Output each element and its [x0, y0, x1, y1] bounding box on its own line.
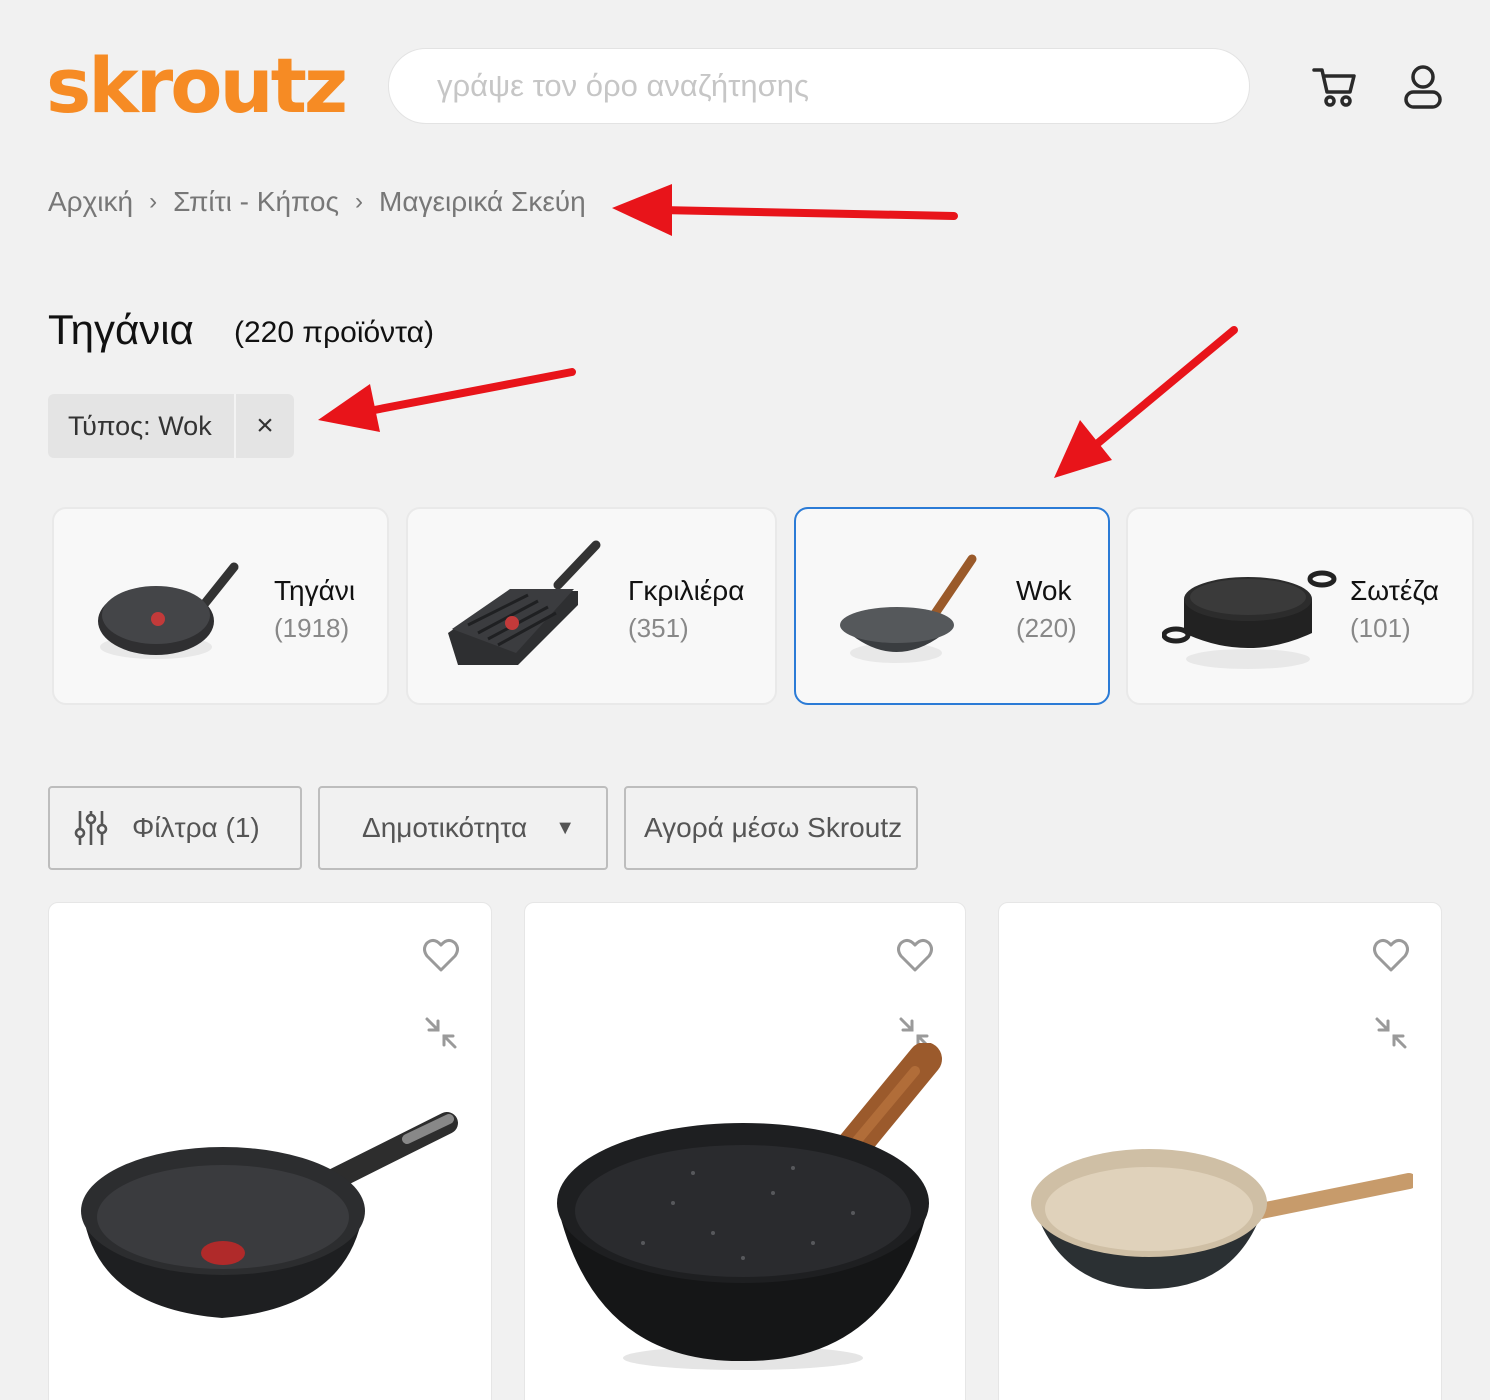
cart-icon[interactable]	[1310, 62, 1360, 112]
category-count: (220)	[1016, 613, 1077, 643]
arrow-to-wok-category	[1088, 326, 1238, 452]
filters-label: Φίλτρα (1)	[132, 812, 260, 843]
compare-icon[interactable]	[423, 1015, 459, 1051]
skroutz-buy-label: Αγορά μέσω Skroutz	[644, 812, 903, 843]
heart-icon[interactable]	[1371, 935, 1411, 975]
active-filter-chip: Τύπος: Wok ×	[48, 394, 294, 458]
product-image-granite-wok	[557, 1043, 942, 1370]
product-card[interactable]	[48, 902, 492, 1400]
grill-pan-image	[448, 540, 601, 665]
product-count: (220 προϊόντα)	[234, 316, 434, 349]
category-card-wok[interactable]: Wok (220)	[794, 507, 1110, 705]
frying-pan-image	[98, 562, 239, 659]
breadcrumb-home-garden[interactable]: Σπίτι - Κήπος	[173, 186, 339, 218]
category-card-tigani[interactable]: Τηγάνι (1918)	[52, 507, 389, 705]
sauteuse-image	[1162, 570, 1337, 669]
product-image-frying-pan	[81, 1112, 458, 1318]
sort-label: Δημοτικότητα	[362, 812, 528, 843]
page-title: Τηγάνια	[48, 306, 194, 353]
product-image-ceramic-wok	[1031, 1149, 1413, 1289]
sort-dropdown[interactable]: Δημοτικότητα ▼	[318, 786, 608, 870]
skroutz-buy-filter-button[interactable]: Αγορά μέσω Skroutz	[624, 786, 918, 870]
category-card-sauteuse[interactable]: Σωτέζα (101)	[1126, 507, 1474, 705]
compare-icon[interactable]	[1373, 1015, 1409, 1051]
category-name: Σωτέζα	[1350, 575, 1439, 606]
breadcrumb-home[interactable]: Αρχική	[48, 186, 133, 218]
category-count: (351)	[628, 613, 689, 643]
search-input[interactable]	[388, 48, 1250, 124]
category-name: Γκριλιέρα	[628, 575, 745, 606]
category-count: (101)	[1350, 613, 1411, 643]
dropdown-caret-icon: ▼	[555, 816, 575, 839]
sliders-icon	[74, 811, 108, 845]
heart-icon[interactable]	[895, 935, 935, 975]
breadcrumb-cookware[interactable]: Μαγειρικά Σκεύη	[379, 186, 586, 218]
product-card[interactable]	[998, 902, 1442, 1400]
arrow-to-filter-chip	[360, 368, 576, 416]
arrow-to-wok-category-head	[1054, 420, 1112, 478]
wok-image	[840, 554, 977, 663]
chevron-right-icon: ›	[355, 188, 364, 215]
category-name: Wok	[1016, 575, 1072, 606]
arrow-to-breadcrumb	[656, 206, 958, 220]
arrow-to-breadcrumb-head	[612, 184, 672, 236]
product-card[interactable]	[524, 902, 966, 1400]
close-icon[interactable]: ×	[236, 394, 294, 458]
user-icon[interactable]	[1398, 62, 1448, 112]
heart-icon[interactable]	[421, 935, 461, 975]
active-filter-label: Τύπος: Wok	[68, 410, 212, 441]
skroutz-logo[interactable]: skroutz	[46, 46, 348, 126]
arrow-to-filter-chip-head	[318, 384, 380, 432]
chevron-right-icon: ›	[149, 188, 158, 215]
filters-button[interactable]: Φίλτρα (1)	[48, 786, 302, 870]
category-card-grill[interactable]: Γκριλιέρα (351)	[406, 507, 777, 705]
category-count: (1918)	[274, 613, 350, 643]
breadcrumb: Αρχική › Σπίτι - Κήπος › Μαγειρικά Σκεύη	[48, 186, 586, 218]
category-name: Τηγάνι	[274, 575, 356, 606]
